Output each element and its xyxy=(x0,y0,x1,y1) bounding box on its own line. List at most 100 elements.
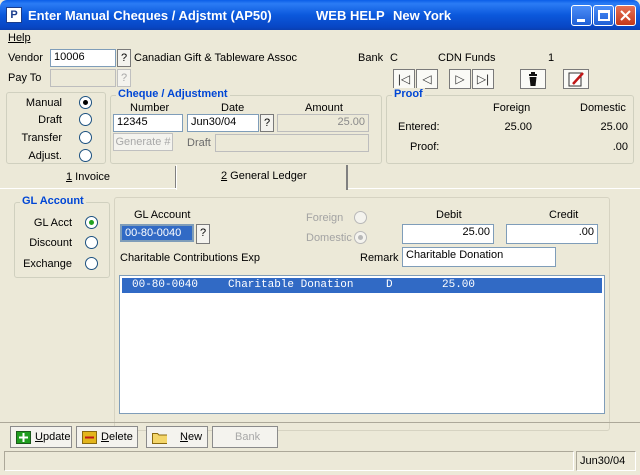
tab-invoice[interactable]: 1 Invoice xyxy=(4,166,176,188)
gl-account-lookup-button[interactable]: ? xyxy=(196,224,210,244)
cheque-number-input[interactable]: 12345 xyxy=(113,114,183,132)
tab-invoice-label: Invoice xyxy=(72,171,111,183)
account-description: Charitable Contributions Exp xyxy=(120,252,261,264)
delete-record-button[interactable] xyxy=(520,69,546,89)
payment-type-label: Draft xyxy=(38,114,62,126)
web-help-link[interactable]: WEB HELP xyxy=(316,8,385,23)
title-bar[interactable]: P Enter Manual Cheques / Adjstmt (AP50) … xyxy=(0,0,640,30)
minimize-button[interactable] xyxy=(571,5,592,26)
folder-icon xyxy=(152,433,167,444)
location-label: New York xyxy=(393,8,452,23)
trash-icon xyxy=(529,72,537,86)
gl-type-radio[interactable] xyxy=(85,257,98,270)
proof-domestic-value: .00 xyxy=(612,141,628,153)
gl-type-label: Exchange xyxy=(23,258,72,270)
close-button[interactable] xyxy=(615,5,636,26)
proof-foreign-label: Foreign xyxy=(493,102,531,114)
credit-label: Credit xyxy=(549,209,579,221)
vendor-lookup-button[interactable]: ? xyxy=(117,49,131,67)
payment-type-radio[interactable] xyxy=(79,149,92,162)
gl-type-radio[interactable] xyxy=(85,216,98,229)
list-cell-description: Charitable Donation xyxy=(228,279,354,291)
entered-label: Entered: xyxy=(398,121,440,133)
foreign-radio[interactable] xyxy=(354,211,367,224)
vendor-label: Vendor xyxy=(8,52,43,64)
gl-type-radio[interactable] xyxy=(85,236,98,249)
bank-number: 1 xyxy=(548,52,555,64)
toolbar-divider xyxy=(0,422,640,423)
cheque-date-input[interactable]: Jun30/04 xyxy=(187,114,259,132)
minimize-icon xyxy=(577,19,585,22)
tab-general-ledger-label: General Ledger xyxy=(227,170,307,182)
gl-account-input[interactable]: 00-80-0040 xyxy=(120,224,194,242)
window-title: Enter Manual Cheques / Adjstmt (AP50) xyxy=(28,8,272,23)
remark-label: Remark xyxy=(360,252,399,264)
menu-bar: Help xyxy=(0,30,640,46)
domestic-option-label: Domestic xyxy=(306,232,352,244)
delete-button[interactable]: Delete xyxy=(76,426,138,448)
status-date-panel: Jun30/04 xyxy=(576,451,636,471)
update-plus-icon xyxy=(16,431,31,444)
entered-domestic-value: 25.00 xyxy=(600,121,628,133)
edit-pencil-icon xyxy=(568,72,584,87)
payment-type-label: Adjust. xyxy=(28,150,62,162)
tab-general-ledger[interactable]: 2 General Ledger xyxy=(176,165,348,190)
bank-label: Bank xyxy=(358,52,384,64)
last-record-button[interactable]: ▷| xyxy=(472,69,494,89)
remark-input[interactable]: Charitable Donation xyxy=(402,247,556,267)
date-lookup-button[interactable]: ? xyxy=(260,114,274,132)
payment-type-radio[interactable] xyxy=(79,96,92,109)
proof-label: Proof: xyxy=(410,141,440,153)
foreign-option-label: Foreign xyxy=(306,212,344,224)
vendor-name: Canadian Gift & Tableware Assoc xyxy=(134,52,298,64)
bank-button[interactable]: Bank xyxy=(212,426,278,448)
proof-domestic-label: Domestic xyxy=(580,102,626,114)
list-cell-amount: 25.00 xyxy=(442,279,476,291)
prev-record-button[interactable]: ◁ xyxy=(416,69,438,89)
list-cell-account: 00-80-0040 xyxy=(132,279,199,291)
gl-account-label: GL Account xyxy=(134,209,191,221)
cheque-group-title: Cheque / Adjustment xyxy=(116,88,230,100)
cheque-amount-input[interactable]: 25.00 xyxy=(277,114,369,132)
domestic-radio[interactable] xyxy=(354,231,367,244)
edit-record-button[interactable] xyxy=(563,69,589,89)
credit-input[interactable]: .00 xyxy=(506,224,598,244)
gl-type-label: GL Acct xyxy=(33,217,72,229)
payment-type-label: Transfer xyxy=(21,132,62,144)
debit-input[interactable]: 25.00 xyxy=(402,224,494,244)
generate-number-button[interactable]: Generate # xyxy=(113,133,173,151)
cheque-number-label: Number xyxy=(130,102,170,114)
maximize-button[interactable] xyxy=(593,5,614,26)
draft-input[interactable] xyxy=(215,134,369,152)
new-button[interactable]: New xyxy=(146,426,208,448)
gl-type-label: Discount xyxy=(29,237,72,249)
transaction-list[interactable]: 00-80-0040 Charitable Donation D 25.00 xyxy=(119,275,605,414)
debit-label: Debit xyxy=(436,209,462,221)
draft-label: Draft xyxy=(187,137,211,149)
list-cell-dc: D xyxy=(386,279,393,291)
entered-foreign-value: 25.00 xyxy=(504,121,532,133)
cheque-date-label: Date xyxy=(221,102,245,114)
first-record-button[interactable]: |◁ xyxy=(393,69,415,89)
status-date: Jun30/04 xyxy=(580,455,626,467)
next-record-button[interactable]: ▷ xyxy=(449,69,471,89)
list-row[interactable]: 00-80-0040 Charitable Donation D 25.00 xyxy=(122,278,602,293)
payment-type-radio[interactable] xyxy=(79,131,92,144)
delete-minus-icon xyxy=(82,431,97,444)
menu-help[interactable]: Help xyxy=(8,32,31,44)
bank-name: CDN Funds xyxy=(438,52,496,64)
vendor-input[interactable]: 10006 xyxy=(50,49,116,67)
pay-to-lookup-button[interactable]: ? xyxy=(117,69,131,87)
pay-to-input[interactable] xyxy=(50,69,116,87)
payment-type-radio[interactable] xyxy=(79,113,92,126)
maximize-icon xyxy=(598,10,610,21)
close-icon xyxy=(620,10,631,21)
bank-button-label: Bank xyxy=(235,431,261,443)
gl-account-type-title: GL Account xyxy=(20,195,86,207)
payment-type-label: Manual xyxy=(25,97,62,109)
update-button[interactable]: Update xyxy=(10,426,72,448)
cheque-amount-label: Amount xyxy=(305,102,343,114)
pay-to-label: Pay To xyxy=(8,72,42,84)
proof-group-title: Proof xyxy=(392,88,425,100)
status-message-panel xyxy=(4,451,574,471)
